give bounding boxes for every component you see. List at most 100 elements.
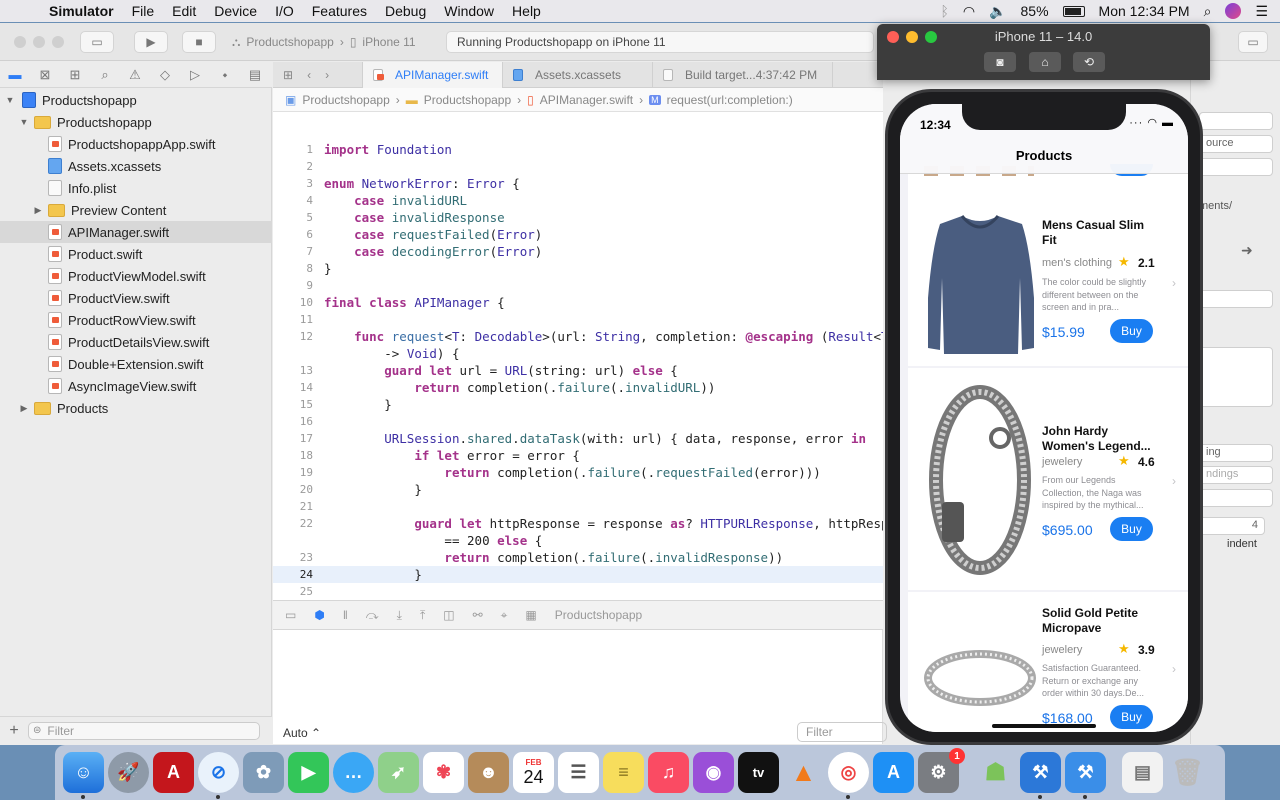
step-out-icon[interactable]: ⤒ — [420, 608, 425, 623]
menu-io[interactable]: I/O — [266, 3, 303, 19]
test-navigator-icon[interactable]: ◇ — [150, 67, 180, 83]
messages-icon[interactable]: … — [333, 752, 374, 793]
variables-scope-select[interactable]: Auto ⌃ — [283, 726, 321, 740]
code-line[interactable]: case requestFailed(Error) — [324, 227, 542, 242]
tv-icon[interactable]: tv — [738, 752, 779, 793]
list-item[interactable]: Solid Gold Petite Micropave jewelery ★ 3… — [908, 592, 1188, 732]
maps-icon[interactable]: ➶ — [378, 752, 419, 793]
notes-icon[interactable]: ≡ — [603, 752, 644, 793]
app-store-icon[interactable]: A — [873, 752, 914, 793]
music-icon[interactable]: ♫ — [648, 752, 689, 793]
inspector-location-popup[interactable]: ource — [1199, 135, 1273, 153]
code-line[interactable]: } — [324, 261, 332, 276]
menu-edit[interactable]: Edit — [163, 3, 205, 19]
buy-button[interactable]: Buy — [1110, 319, 1153, 343]
code-line[interactable]: func request<T: Decodable>(url: String, … — [324, 329, 883, 344]
breakpoints-toggle-icon[interactable]: ⬢ — [314, 608, 324, 622]
photos-icon[interactable]: ✾ — [423, 752, 464, 793]
jumpbar-project[interactable]: Productshopapp — [302, 93, 389, 107]
file-icon[interactable]: ▤ — [1122, 752, 1163, 793]
close-window-button[interactable] — [14, 36, 26, 48]
finder-icon[interactable]: ☺ — [63, 752, 104, 799]
jumpbar-group[interactable]: Productshopapp — [424, 93, 511, 107]
menu-window[interactable]: Window — [435, 3, 503, 19]
safari-icon[interactable]: ⊘ — [198, 752, 239, 799]
filter-field[interactable]: ⊜ Filter — [28, 721, 260, 740]
debug-navigator-icon[interactable]: ▷ — [180, 67, 210, 83]
menu-device[interactable]: Device — [205, 3, 266, 19]
step-over-icon[interactable]: ⤼ — [366, 608, 379, 623]
menu-app-name[interactable]: Simulator — [40, 3, 123, 19]
inspector-text-field[interactable] — [1199, 290, 1273, 308]
pause-icon[interactable]: ‖ — [343, 608, 348, 622]
tree-item-project[interactable]: ▼ Productshopapp — [0, 89, 272, 111]
wifi-icon[interactable]: ◠ — [963, 3, 975, 20]
tree-item-group[interactable]: ▶ Preview Content — [0, 199, 272, 221]
menu-file[interactable]: File — [123, 3, 164, 19]
tree-item-file[interactable]: AsyncImageView.swift — [0, 375, 272, 397]
clock[interactable]: Mon 12:34 PM — [1099, 3, 1190, 19]
menu-features[interactable]: Features — [303, 3, 376, 19]
tree-item-file[interactable]: Product.swift — [0, 243, 272, 265]
back-icon[interactable]: ‹ — [307, 68, 311, 82]
xcode-beta-icon[interactable]: ⚒ — [1065, 752, 1106, 799]
code-line[interactable]: guard let url = URL(string: url) else { — [324, 363, 678, 378]
scheme-selector[interactable]: ⛬ Productshopapp › ▯ iPhone 11 — [232, 31, 438, 53]
buy-button[interactable]: Buy — [1110, 517, 1153, 541]
source-control-icon[interactable]: ⊠ — [30, 67, 60, 83]
inspector-popup[interactable] — [1199, 158, 1273, 176]
android-studio-icon[interactable]: ☗ — [975, 752, 1016, 793]
tree-item-file[interactable]: Double+Extension.swift — [0, 353, 272, 375]
volume-icon[interactable]: 🔈 — [989, 3, 1006, 20]
code-line[interactable]: -> Void) { — [324, 346, 459, 361]
code-line[interactable]: return completion(.failure(.invalidRespo… — [324, 550, 783, 565]
tree-item-file[interactable]: ProductRowView.swift — [0, 309, 272, 331]
tab-build-log[interactable]: Build target...4:37:42 PM — [653, 62, 833, 88]
indent-width-field[interactable]: 4 — [1199, 517, 1265, 535]
inspector-text-field[interactable] — [1199, 112, 1273, 130]
minimize-window-button[interactable] — [33, 36, 45, 48]
home-indicator[interactable] — [992, 724, 1096, 728]
bluetooth-icon[interactable]: ᛒ — [940, 3, 948, 19]
code-line[interactable]: enum NetworkError: Error { — [324, 176, 520, 191]
toggle-inspector-button[interactable]: ▭ — [1238, 31, 1268, 53]
inspector-text-area[interactable] — [1199, 347, 1273, 407]
xcode-icon[interactable]: ⚒ — [1020, 752, 1061, 799]
tab-apimanager[interactable]: APIManager.swift — [363, 62, 503, 88]
code-line[interactable]: if let error = error { — [324, 448, 580, 463]
user-avatar-icon[interactable] — [1225, 3, 1242, 19]
report-navigator-icon[interactable]: ▤ — [240, 67, 270, 83]
code-line[interactable]: == 200 else { — [324, 533, 542, 548]
console-filter-field[interactable]: Filter — [797, 722, 887, 742]
code-line[interactable]: return completion(.failure(.requestFaile… — [324, 465, 820, 480]
trash-icon[interactable]: 🗑 — [1167, 752, 1208, 793]
preview-icon[interactable]: ✿ — [243, 752, 284, 793]
project-navigator-icon[interactable]: ▬ — [0, 67, 30, 82]
reveal-arrow-icon[interactable]: ➜ — [1241, 242, 1253, 259]
reminders-icon[interactable]: ☰ — [558, 752, 599, 793]
inspector-popup[interactable] — [1199, 489, 1273, 507]
launchpad-icon[interactable]: 🚀 — [108, 752, 149, 793]
tree-item-file[interactable]: Assets.xcassets — [0, 155, 272, 177]
control-center-icon[interactable]: ☰ — [1255, 3, 1268, 20]
tree-item-file[interactable]: ProductshopappApp.swift — [0, 133, 272, 155]
system-preferences-icon[interactable]: ⚙ 1 — [918, 748, 965, 793]
home-button[interactable]: ⌂ — [1029, 52, 1061, 72]
spotlight-icon[interactable]: ⌕ — [1204, 3, 1212, 20]
list-item[interactable]: Mens Casual Slim Fit men's clothing ★ 2.… — [908, 194, 1188, 366]
contacts-icon[interactable]: ☻ — [468, 752, 509, 793]
jumpbar-symbol[interactable]: request(url:completion:) — [667, 93, 793, 107]
tree-item-group[interactable]: ▶ Products — [0, 397, 272, 419]
memory-graph-icon[interactable]: ⚯ — [473, 608, 483, 622]
code-line[interactable]: } — [324, 397, 392, 412]
step-into-icon[interactable]: ⤓ — [397, 608, 402, 623]
jumpbar-file[interactable]: APIManager.swift — [540, 93, 633, 107]
code-line[interactable]: import Foundation — [324, 142, 452, 157]
zoom-window-button[interactable] — [52, 36, 64, 48]
battery-percent[interactable]: 85% — [1021, 3, 1049, 19]
inspector-line-endings-popup[interactable]: ndings — [1199, 466, 1273, 484]
tree-item-file[interactable]: Info.plist — [0, 177, 272, 199]
run-button[interactable]: ▶ — [134, 31, 168, 53]
source-editor[interactable]: 1 import Foundation 2 3 enum NetworkError: E… — [273, 112, 883, 600]
code-line[interactable]: URLSession.shared.dataTask(with: url) { … — [324, 431, 866, 446]
